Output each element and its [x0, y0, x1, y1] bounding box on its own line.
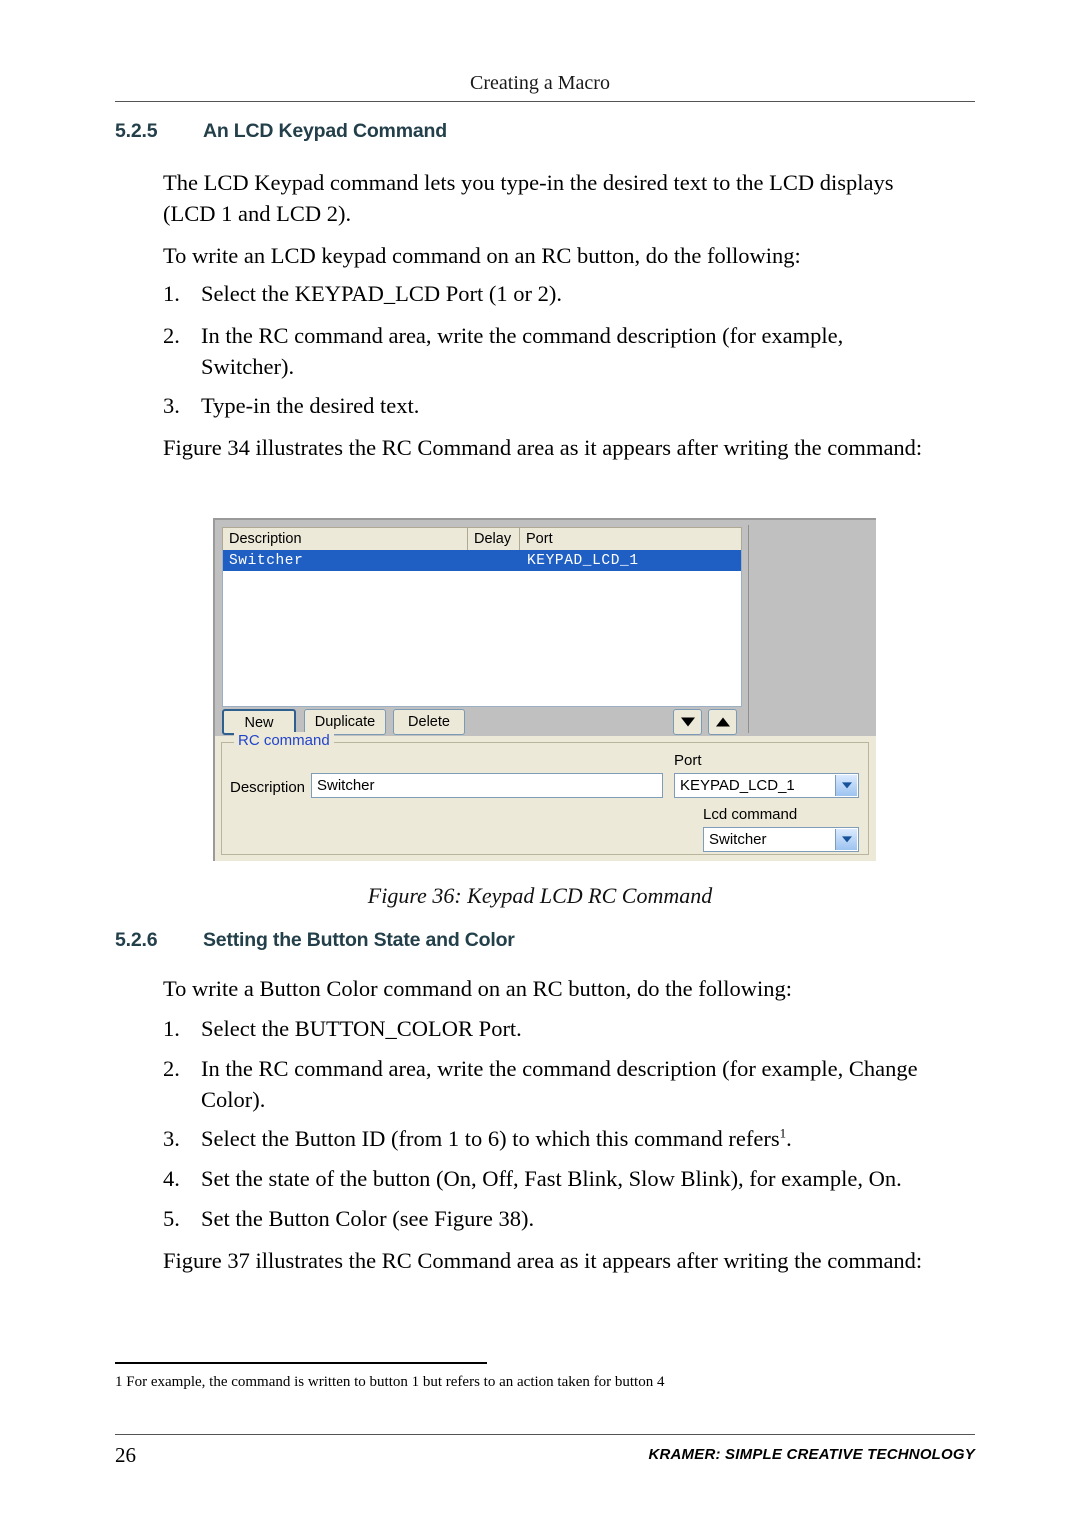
section-526-figure-ref: Figure 37 illustrates the RC Command are… [163, 1248, 923, 1273]
heading-5-2-5-title: An LCD Keypad Command [203, 120, 447, 142]
description-input[interactable]: Switcher [311, 773, 663, 798]
section-526-leadin: To write a Button Color command on an RC… [163, 976, 792, 1001]
list-text: Select the KEYPAD_LCD Port (1 or 2). [201, 281, 563, 306]
chevron-down-icon[interactable] [835, 829, 857, 850]
section-525-leadin: To write an LCD keypad command on an RC … [163, 243, 801, 268]
triangle-down-icon [680, 717, 695, 727]
port-dropdown[interactable]: KEYPAD_LCD_1 [674, 773, 859, 798]
section-525-intro: The LCD Keypad command lets you type-in … [163, 170, 894, 226]
footer-rule [115, 1434, 975, 1435]
list-item: 1. Select the KEYPAD_LCD Port (1 or 2). [163, 278, 933, 309]
row-port: KEYPAD_LCD_1 [527, 553, 639, 569]
section-525-figure-ref: Figure 34 illustrates the RC Command are… [163, 435, 923, 460]
footnote-separator [115, 1362, 487, 1364]
move-up-button[interactable] [708, 709, 737, 735]
triangle-up-icon [715, 717, 730, 727]
list-marker: 3. [163, 1126, 180, 1151]
list-text: Set the state of the button (On, Off, Fa… [201, 1166, 902, 1191]
rc-command-pane: RC command Description Switcher Port KEY… [213, 732, 876, 861]
figure-36-caption: Figure 36: Keypad LCD RC Command [367, 883, 713, 908]
list-marker: 2. [163, 1056, 180, 1081]
list-item: 2. In the RC command area, write the com… [163, 1053, 933, 1115]
page-number: 26 [115, 1443, 136, 1467]
chevron-down-icon[interactable] [835, 775, 857, 796]
table-row[interactable]: Switcher KEYPAD_LCD_1 [223, 550, 741, 571]
lcd-command-dropdown[interactable]: Switcher [703, 827, 859, 852]
list-marker: 2. [163, 323, 180, 348]
list-text: In the RC command area, write the comman… [201, 323, 844, 379]
list-marker: 1. [163, 281, 180, 306]
list-item: 2. In the RC command area, write the com… [163, 320, 933, 382]
footnote-text: 1 For example, the command is written to… [115, 1374, 665, 1390]
lcd-command-dropdown-value: Switcher [709, 831, 767, 848]
heading-5-2-6: 5.2.6 Setting the Button State and Color [115, 929, 515, 952]
list-marker: 1. [163, 1016, 180, 1041]
list-item: 1. Select the BUTTON_COLOR Port. [163, 1013, 933, 1044]
list-text: Set the Button Color (see Figure 38). [201, 1206, 535, 1231]
header-rule [115, 101, 975, 102]
list-item: 3. Select the Button ID (from 1 to 6) to… [163, 1123, 953, 1154]
list-item: 3. Type-in the desired text. [163, 390, 933, 421]
column-header-delay[interactable]: Delay [468, 528, 520, 550]
delete-button[interactable]: Delete [393, 709, 465, 735]
port-dropdown-value: KEYPAD_LCD_1 [680, 777, 795, 794]
heading-5-2-5: 5.2.5 An LCD Keypad Command [115, 120, 447, 143]
list-text: Select the BUTTON_COLOR Port. [201, 1016, 522, 1041]
column-header-description[interactable]: Description [223, 528, 468, 550]
description-label: Description [230, 779, 306, 796]
rc-command-dialog: Description Delay Port Switcher KEYPAD_L… [213, 518, 876, 861]
footer-brand: KRAMER: SIMPLE CREATIVE TECHNOLOGY [648, 1446, 975, 1463]
rc-command-groupbox: RC command Description Switcher Port KEY… [221, 732, 869, 855]
list-text: Select the Button ID (from 1 to 6) to wh… [201, 1126, 780, 1151]
heading-5-2-5-number: 5.2.5 [115, 120, 158, 142]
column-header-port[interactable]: Port [520, 528, 741, 550]
row-description: Switcher [229, 553, 304, 569]
running-head: Creating a Macro [470, 72, 610, 94]
rc-command-legend: RC command [234, 732, 334, 749]
heading-5-2-6-number: 5.2.6 [115, 929, 158, 951]
list-text-tail: . [786, 1126, 792, 1151]
list-item: 4. Set the state of the button (On, Off,… [163, 1163, 973, 1194]
port-label: Port [674, 752, 702, 769]
command-list[interactable]: Description Delay Port Switcher KEYPAD_L… [222, 527, 742, 735]
command-list-body: Switcher KEYPAD_LCD_1 [222, 550, 742, 707]
list-item: 5. Set the Button Color (see Figure 38). [163, 1203, 933, 1234]
list-text: In the RC command area, write the comman… [201, 1056, 918, 1112]
command-list-header: Description Delay Port [222, 527, 742, 551]
move-down-button[interactable] [673, 709, 702, 735]
list-marker: 3. [163, 393, 180, 418]
empty-grey-panel [748, 525, 873, 733]
list-marker: 4. [163, 1166, 180, 1191]
heading-5-2-6-title: Setting the Button State and Color [203, 929, 515, 951]
list-text: Type-in the desired text. [201, 393, 420, 418]
list-marker: 5. [163, 1206, 180, 1231]
lcd-command-label: Lcd command [703, 806, 798, 823]
command-list-pane: Description Delay Port Switcher KEYPAD_L… [213, 518, 876, 736]
